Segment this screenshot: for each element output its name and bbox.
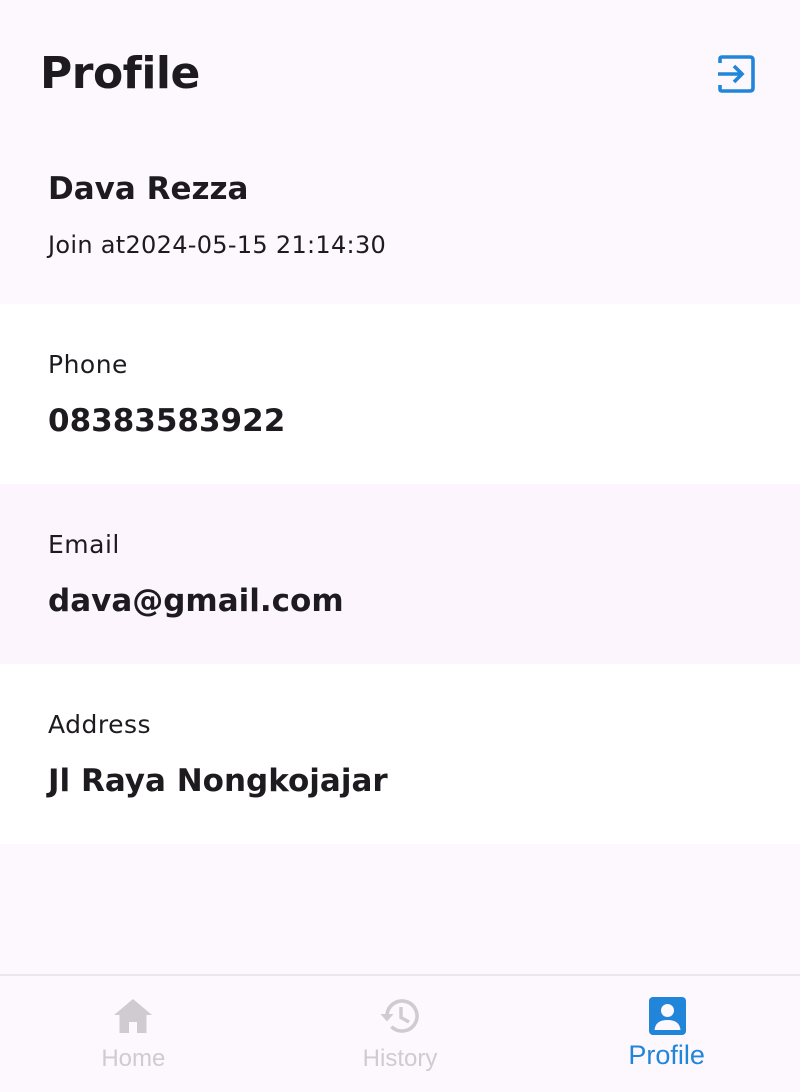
address-value: Jl Raya Nongkojajar: [48, 763, 388, 799]
nav-profile-label: Profile: [628, 1040, 705, 1070]
profile-header: Dava Rezza Join at2024-05-15 21:14:30: [0, 148, 800, 304]
history-icon: [378, 994, 422, 1038]
nav-profile[interactable]: Profile: [533, 976, 800, 1092]
nav-home-label: Home: [101, 1045, 166, 1072]
app-bar: Profile: [0, 0, 800, 148]
logout-button[interactable]: [708, 48, 764, 100]
bottom-navigation: Home History Profile: [0, 974, 800, 1092]
address-label: Address: [48, 710, 152, 739]
page-title: Profile: [40, 48, 200, 99]
account-box-icon: [645, 994, 689, 1038]
email-label: Email: [48, 530, 120, 559]
home-icon: [111, 994, 155, 1038]
user-name: Dava Rezza: [48, 171, 249, 207]
email-value: dava@gmail.com: [48, 583, 344, 619]
join-date: Join at2024-05-15 21:14:30: [48, 231, 387, 259]
nav-home[interactable]: Home: [0, 976, 267, 1092]
phone-label: Phone: [48, 350, 128, 379]
email-row: Email dava@gmail.com: [0, 484, 800, 664]
profile-screen: Profile Dava Rezza Join at2024-05-15 21:…: [0, 0, 800, 1092]
nav-history-label: History: [362, 1045, 438, 1072]
address-row: Address Jl Raya Nongkojajar: [0, 664, 800, 844]
nav-history[interactable]: History: [267, 976, 534, 1092]
phone-value: 08383583922: [48, 403, 286, 439]
logout-icon: [718, 55, 755, 93]
phone-row: Phone 08383583922: [0, 304, 800, 484]
